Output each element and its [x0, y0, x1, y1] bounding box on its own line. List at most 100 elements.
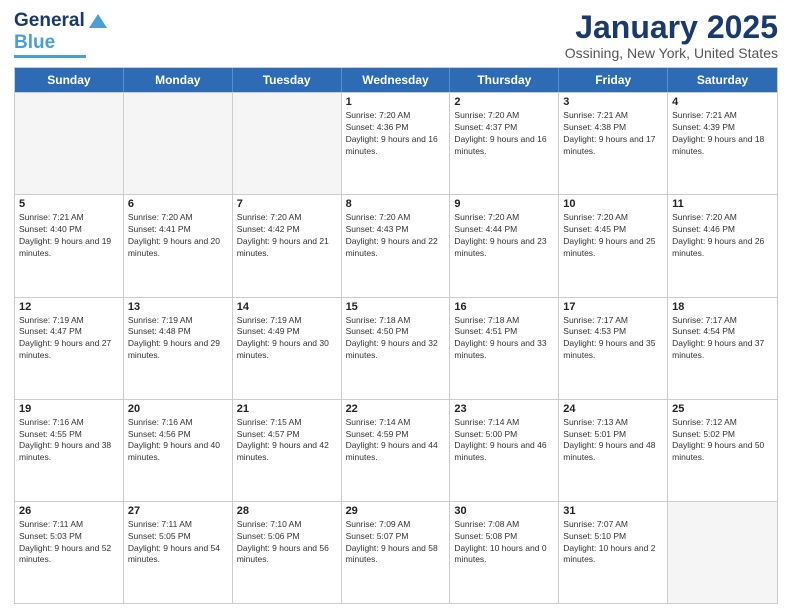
day-info: Sunrise: 7:14 AMSunset: 5:00 PMDaylight:…: [454, 417, 554, 465]
month-title: January 2025: [565, 10, 778, 45]
day-info: Sunrise: 7:20 AMSunset: 4:41 PMDaylight:…: [128, 212, 228, 260]
cal-cell-1-4: 9Sunrise: 7:20 AMSunset: 4:44 PMDaylight…: [450, 195, 559, 296]
day-info: Sunrise: 7:09 AMSunset: 5:07 PMDaylight:…: [346, 519, 446, 567]
day-number: 20: [128, 403, 228, 415]
day-number: 26: [19, 505, 119, 517]
header-sunday: Sunday: [15, 68, 124, 92]
cal-cell-2-1: 13Sunrise: 7:19 AMSunset: 4:48 PMDayligh…: [124, 298, 233, 399]
cal-cell-0-1: [124, 93, 233, 194]
header: GeneralBlue January 2025 Ossining, New Y…: [14, 10, 778, 61]
day-info: Sunrise: 7:11 AMSunset: 5:03 PMDaylight:…: [19, 519, 119, 567]
day-info: Sunrise: 7:19 AMSunset: 4:47 PMDaylight:…: [19, 315, 119, 363]
cal-cell-2-6: 18 Sunrise: 7:17 AMSunset: 4:54 PMDayligh…: [668, 298, 777, 399]
cal-cell-3-1: 20 Sunrise: 7:16 AMSunset: 4:56 PMDayligh…: [124, 400, 233, 501]
cal-cell-4-0: 26 Sunrise: 7:11 AMSunset: 5:03 PMDayligh…: [15, 502, 124, 603]
day-info: Sunrise: 7:20 AMSunset: 4:42 PMDaylight:…: [237, 212, 337, 260]
day-info: Sunrise: 7:21 AMSunset: 4:38 PMDaylight:…: [563, 110, 663, 158]
day-number: 15: [346, 301, 446, 313]
day-number: 19: [19, 403, 119, 415]
cal-cell-0-6: 4 Sunrise: 7:21 AMSunset: 4:39 PMDaylight…: [668, 93, 777, 194]
day-info: Sunrise: 7:13 AMSunset: 5:01 PMDaylight:…: [563, 417, 663, 465]
day-info: Sunrise: 7:16 AMSunset: 4:56 PMDaylight:…: [128, 417, 228, 465]
calendar-body: 1 Sunrise: 7:20 AMSunset: 4:36 PMDaylight…: [15, 92, 777, 603]
day-number: 31: [563, 505, 663, 517]
day-number: 29: [346, 505, 446, 517]
day-info: Sunrise: 7:11 AMSunset: 5:05 PMDaylight:…: [128, 519, 228, 567]
day-number: 1: [346, 96, 446, 108]
day-info: Sunrise: 7:20 AMSunset: 4:46 PMDaylight:…: [672, 212, 773, 260]
cal-cell-3-3: 22Sunrise: 7:14 AMSunset: 4:59 PMDayligh…: [342, 400, 451, 501]
day-number: 11: [672, 198, 773, 210]
header-monday: Monday: [124, 68, 233, 92]
day-info: Sunrise: 7:07 AMSunset: 5:10 PMDaylight:…: [563, 519, 663, 567]
day-info: Sunrise: 7:20 AMSunset: 4:36 PMDaylight:…: [346, 110, 446, 158]
cal-cell-2-5: 17 Sunrise: 7:17 AMSunset: 4:53 PMDayligh…: [559, 298, 668, 399]
calendar: Sunday Monday Tuesday Wednesday Thursday…: [14, 67, 778, 604]
day-number: 14: [237, 301, 337, 313]
header-tuesday: Tuesday: [233, 68, 342, 92]
cal-cell-1-1: 6 Sunrise: 7:20 AMSunset: 4:41 PMDaylight…: [124, 195, 233, 296]
cal-cell-3-4: 23 Sunrise: 7:14 AMSunset: 5:00 PMDayligh…: [450, 400, 559, 501]
cal-cell-0-4: 2Sunrise: 7:20 AMSunset: 4:37 PMDaylight…: [450, 93, 559, 194]
day-info: Sunrise: 7:19 AMSunset: 4:49 PMDaylight:…: [237, 315, 337, 363]
day-number: 10: [563, 198, 663, 210]
logo-icon: [89, 12, 107, 30]
day-number: 4: [672, 96, 773, 108]
day-info: Sunrise: 7:20 AMSunset: 4:43 PMDaylight:…: [346, 212, 446, 260]
calendar-header: Sunday Monday Tuesday Wednesday Thursday…: [15, 68, 777, 92]
day-info: Sunrise: 7:17 AMSunset: 4:53 PMDaylight:…: [563, 315, 663, 363]
day-number: 7: [237, 198, 337, 210]
day-info: Sunrise: 7:15 AMSunset: 4:57 PMDaylight:…: [237, 417, 337, 465]
page: GeneralBlue January 2025 Ossining, New Y…: [0, 0, 792, 612]
day-number: 23: [454, 403, 554, 415]
day-number: 21: [237, 403, 337, 415]
cal-cell-3-0: 19 Sunrise: 7:16 AMSunset: 4:55 PMDayligh…: [15, 400, 124, 501]
cal-week-2: 5Sunrise: 7:21 AMSunset: 4:40 PMDaylight…: [15, 194, 777, 296]
day-number: 24: [563, 403, 663, 415]
cal-cell-2-0: 12 Sunrise: 7:19 AMSunset: 4:47 PMDayligh…: [15, 298, 124, 399]
day-number: 17: [563, 301, 663, 313]
day-number: 12: [19, 301, 119, 313]
cal-week-5: 26 Sunrise: 7:11 AMSunset: 5:03 PMDayligh…: [15, 501, 777, 603]
location: Ossining, New York, United States: [565, 45, 778, 61]
day-info: Sunrise: 7:10 AMSunset: 5:06 PMDaylight:…: [237, 519, 337, 567]
cal-cell-0-2: [233, 93, 342, 194]
cal-week-3: 12 Sunrise: 7:19 AMSunset: 4:47 PMDayligh…: [15, 297, 777, 399]
cal-cell-4-2: 28 Sunrise: 7:10 AMSunset: 5:06 PMDayligh…: [233, 502, 342, 603]
day-info: Sunrise: 7:18 AMSunset: 4:51 PMDaylight:…: [454, 315, 554, 363]
day-info: Sunrise: 7:17 AMSunset: 4:54 PMDaylight:…: [672, 315, 773, 363]
day-number: 8: [346, 198, 446, 210]
day-number: 30: [454, 505, 554, 517]
day-info: Sunrise: 7:08 AMSunset: 5:08 PMDaylight:…: [454, 519, 554, 567]
day-info: Sunrise: 7:18 AMSunset: 4:50 PMDaylight:…: [346, 315, 446, 363]
cal-cell-1-5: 10 Sunrise: 7:20 AMSunset: 4:45 PMDayligh…: [559, 195, 668, 296]
logo: GeneralBlue: [14, 10, 107, 58]
cal-cell-0-5: 3Sunrise: 7:21 AMSunset: 4:38 PMDaylight…: [559, 93, 668, 194]
header-thursday: Thursday: [450, 68, 559, 92]
cal-cell-1-0: 5Sunrise: 7:21 AMSunset: 4:40 PMDaylight…: [15, 195, 124, 296]
day-number: 18: [672, 301, 773, 313]
day-number: 2: [454, 96, 554, 108]
cal-cell-4-6: [668, 502, 777, 603]
cal-cell-4-3: 29 Sunrise: 7:09 AMSunset: 5:07 PMDayligh…: [342, 502, 451, 603]
day-info: Sunrise: 7:12 AMSunset: 5:02 PMDaylight:…: [672, 417, 773, 465]
header-saturday: Saturday: [668, 68, 777, 92]
header-wednesday: Wednesday: [342, 68, 451, 92]
day-info: Sunrise: 7:19 AMSunset: 4:48 PMDaylight:…: [128, 315, 228, 363]
day-info: Sunrise: 7:16 AMSunset: 4:55 PMDaylight:…: [19, 417, 119, 465]
day-info: Sunrise: 7:20 AMSunset: 4:45 PMDaylight:…: [563, 212, 663, 260]
cal-cell-0-0: [15, 93, 124, 194]
cal-cell-4-1: 27 Sunrise: 7:11 AMSunset: 5:05 PMDayligh…: [124, 502, 233, 603]
cal-cell-2-3: 15 Sunrise: 7:18 AMSunset: 4:50 PMDayligh…: [342, 298, 451, 399]
day-number: 6: [128, 198, 228, 210]
day-number: 25: [672, 403, 773, 415]
cal-week-4: 19 Sunrise: 7:16 AMSunset: 4:55 PMDayligh…: [15, 399, 777, 501]
cal-cell-3-2: 21 Sunrise: 7:15 AMSunset: 4:57 PMDayligh…: [233, 400, 342, 501]
day-info: Sunrise: 7:20 AMSunset: 4:44 PMDaylight:…: [454, 212, 554, 260]
day-number: 27: [128, 505, 228, 517]
cal-cell-4-4: 30 Sunrise: 7:08 AMSunset: 5:08 PMDayligh…: [450, 502, 559, 603]
day-number: 5: [19, 198, 119, 210]
day-info: Sunrise: 7:21 AMSunset: 4:39 PMDaylight:…: [672, 110, 773, 158]
day-info: Sunrise: 7:14 AMSunset: 4:59 PMDaylight:…: [346, 417, 446, 465]
day-number: 28: [237, 505, 337, 517]
